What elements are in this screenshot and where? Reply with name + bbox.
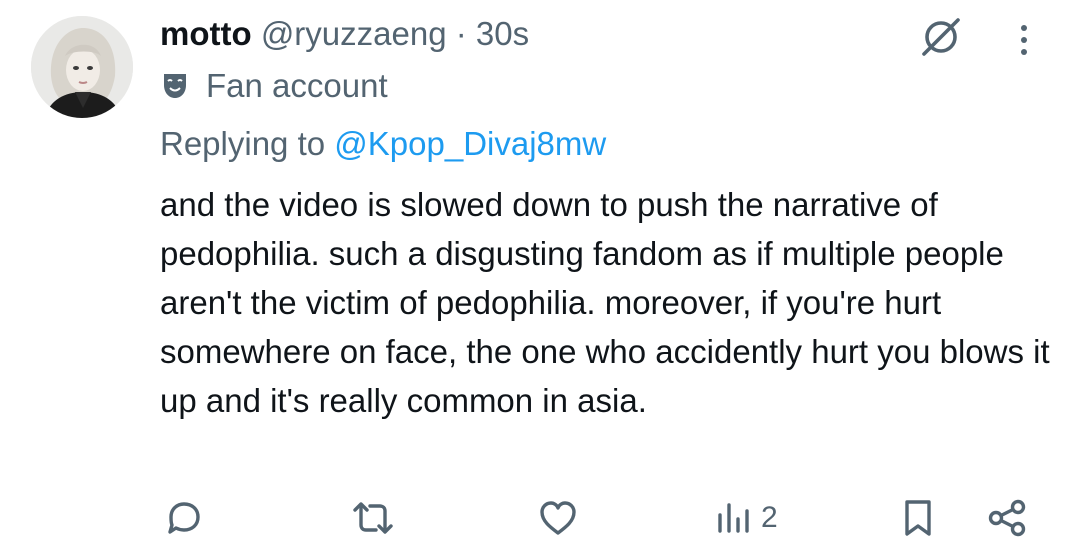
timestamp[interactable]: 30s [476, 15, 529, 52]
share-button[interactable] [985, 496, 1029, 540]
account-label: Fan account [160, 66, 388, 106]
user-handle[interactable]: @ryuzzaeng [261, 15, 447, 52]
replying-to: Replying to @Kpop_Divaj8mw [160, 124, 606, 164]
tweet-text: and the video is slowed down to push the… [160, 186, 1050, 419]
share-icon [988, 499, 1026, 537]
views-count: 2 [761, 501, 778, 534]
grok-icon[interactable] [918, 14, 964, 60]
tweet-header: motto @ryuzzaeng · 30s [160, 14, 529, 54]
repost-icon [353, 502, 393, 534]
analytics-icon [718, 503, 749, 533]
reply-button[interactable] [163, 496, 205, 540]
theater-mask-icon [164, 74, 186, 98]
reply-handle-link[interactable]: @Kpop_Divaj8mw [334, 125, 606, 162]
reply-icon [168, 502, 200, 534]
reply-prefix: Replying to [160, 125, 326, 162]
heart-icon [540, 501, 576, 535]
bookmark-button[interactable] [900, 496, 936, 540]
avatar[interactable] [31, 16, 133, 118]
more-vertical-icon[interactable] [1014, 20, 1034, 60]
header-separator: · [455, 15, 467, 52]
repost-button[interactable] [350, 496, 396, 540]
display-name[interactable]: motto [160, 15, 252, 52]
bookmark-icon [905, 500, 931, 536]
views-button[interactable]: 2 [715, 496, 778, 540]
account-label-text: Fan account [206, 67, 388, 104]
like-button[interactable] [536, 496, 580, 540]
